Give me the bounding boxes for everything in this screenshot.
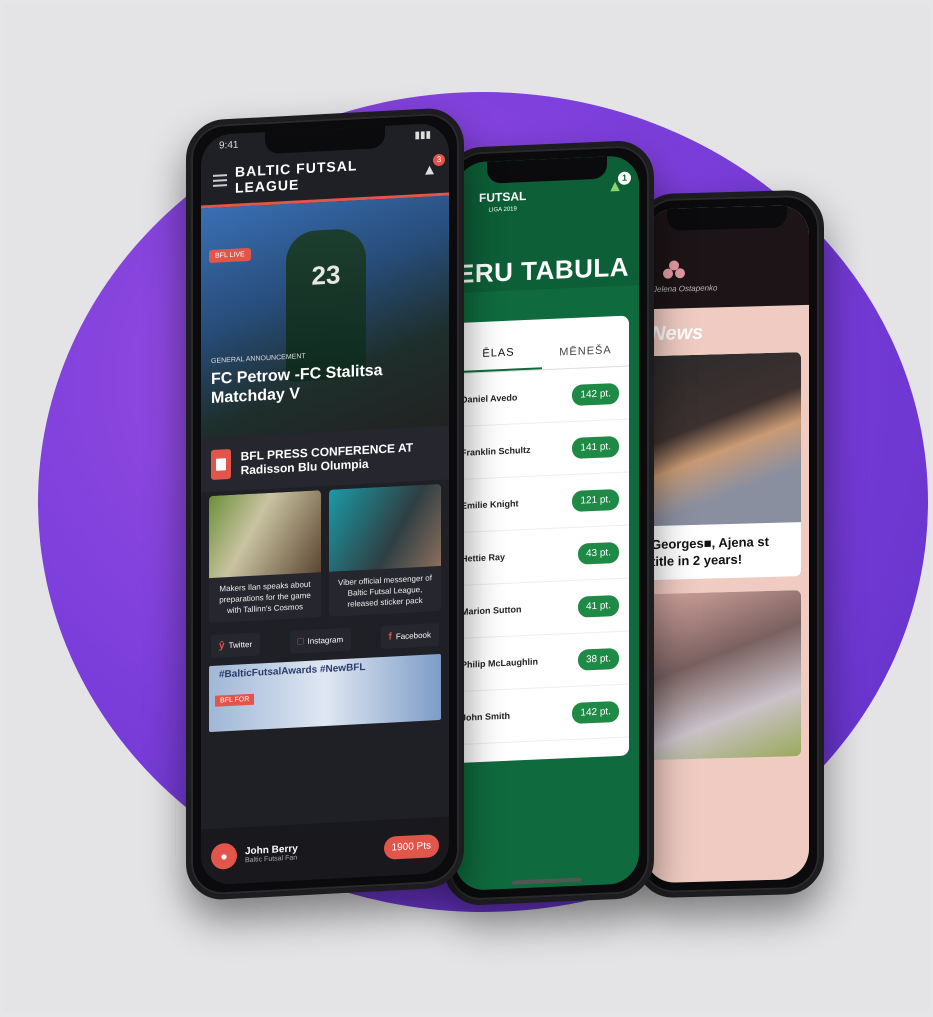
table-row[interactable]: John Smith 142 pt.: [455, 684, 629, 746]
futsal-logo: FUTSAL LIGA 2019: [479, 188, 527, 218]
page-title: ERU TABULA: [457, 251, 630, 290]
league-home-screen: 9:41 ▮▮▮ BALTIC FUTSAL LEAGUE ▲ 3 23 BFL …: [201, 122, 449, 886]
score-badge: 38 pt.: [577, 647, 619, 671]
user-footer: ● John Berry Baltic Futsal Fan 1900 Pts: [201, 816, 449, 886]
score-badge: 43 pt.: [577, 541, 619, 565]
tab-bar: ĒLAS MĒNEŠA: [455, 315, 629, 375]
phone-notch: [667, 205, 787, 231]
news-card-caption: Georges■, Ajena st title in 2 years!: [651, 533, 769, 570]
hamburger-menu-icon[interactable]: [213, 174, 227, 187]
score-badge: 142 pt.: [572, 382, 619, 406]
player-name: Daniel Avedo: [461, 392, 518, 405]
twitter-icon: ŷ: [219, 640, 225, 652]
clover-logo-icon: [663, 260, 685, 281]
player-name: Franklin Schultz: [461, 444, 531, 458]
twitter-link[interactable]: ŷ Twitter: [211, 632, 261, 658]
home-indicator: [512, 877, 582, 885]
news-card[interactable]: Georges■, Ajena st title in 2 years!: [645, 352, 801, 581]
news-title: News: [651, 321, 704, 346]
bell-icon[interactable]: ▲ 3: [422, 153, 445, 178]
status-time: 9:41: [219, 139, 239, 152]
logo-line2: LIGA 2019: [488, 206, 517, 214]
notification-badge: 1: [618, 171, 631, 185]
social-label: Twitter: [228, 639, 253, 651]
promo-banner[interactable]: #BalticFutsalAwards #NewBFL BFL FOR: [209, 653, 441, 733]
news-card-image: [209, 490, 321, 579]
score-badge: 121 pt.: [572, 488, 619, 512]
player-name: Marion Sutton: [461, 604, 522, 617]
player-name: Hettie Ray: [461, 551, 506, 564]
news-cards: Makers Ilan speaks about preparations fo…: [201, 480, 449, 628]
news-screen: Jelena Ostapenko News Georges■, Ajena st…: [645, 204, 809, 884]
table-row[interactable]: Daniel Avedo 142 pt.: [455, 366, 629, 428]
user-avatar-icon[interactable]: ●: [211, 842, 237, 870]
phone-league-home: 9:41 ▮▮▮ BALTIC FUTSAL LEAGUE ▲ 3 23 BFL …: [186, 106, 464, 902]
facebook-icon: f: [388, 631, 392, 643]
logo-line1: FUTSAL: [479, 188, 527, 206]
news-card-text: Viber official messenger of Baltic Futsa…: [338, 573, 432, 609]
table-row[interactable]: Hettie Ray 43 pt.: [455, 525, 629, 587]
news-card-text: Makers Ilan speaks about preparations fo…: [219, 579, 311, 616]
score-badge: 41 pt.: [577, 594, 619, 618]
signal-icon: ▮▮▮: [414, 129, 431, 142]
instagram-icon: □: [297, 636, 304, 648]
jersey-number: 23: [311, 259, 341, 291]
document-icon: [211, 448, 231, 480]
player-name: Emilie Knight: [461, 498, 519, 511]
notification-badge: 3: [433, 153, 445, 166]
facebook-link[interactable]: f Facebook: [380, 623, 439, 650]
table-row[interactable]: Philip McLaughlin 38 pt.: [455, 631, 629, 693]
score-badge: 141 pt.: [572, 435, 619, 459]
news-card-image: [645, 352, 801, 527]
instagram-link[interactable]: □ Instagram: [289, 627, 352, 654]
live-tag: BFL LIVE: [209, 247, 251, 264]
social-label: Facebook: [395, 630, 431, 642]
table-row[interactable]: Marion Sutton 41 pt.: [455, 578, 629, 640]
app-title: BALTIC FUTSAL LEAGUE: [235, 157, 358, 196]
leaderboard-table: ĒLAS MĒNEŠA Daniel Avedo 142 pt. Franklin…: [455, 315, 629, 764]
phone-leaderboard: FUTSAL LIGA 2019 ▲ 1 ERU TABULA ĒLAS MĒNE…: [444, 139, 654, 907]
news-card-image: [645, 590, 801, 761]
press-title: BFL PRESS CONFERENCE AT Radisson Blu Olu…: [240, 440, 414, 478]
table-row[interactable]: Franklin Schultz 141 pt.: [455, 419, 629, 481]
user-info: John Berry Baltic Futsal Fan: [245, 839, 376, 864]
hero-article[interactable]: 23 BFL LIVE GENERAL ANNOUNCEMENT FC Petr…: [201, 195, 449, 439]
showcase-frame: Jelena Ostapenko News Georges■, Ajena st…: [4, 4, 929, 1013]
tab-first[interactable]: ĒLAS: [455, 345, 542, 374]
article-headline: FC Petrow -FC Stalitsa Matchday V: [211, 361, 383, 407]
points-button[interactable]: 1900 Pts: [383, 833, 439, 860]
bell-icon[interactable]: ▲ 1: [607, 171, 631, 197]
player-name: Philip McLaughlin: [461, 656, 538, 670]
leaderboard-screen: FUTSAL LIGA 2019 ▲ 1 ERU TABULA ĒLAS MĒNE…: [455, 155, 639, 892]
signature: Jelena Ostapenko: [653, 283, 718, 295]
social-label: Instagram: [307, 635, 344, 646]
table-row[interactable]: Emilie Knight 121 pt.: [455, 472, 629, 534]
news-card-image: [329, 483, 441, 572]
banner-tag: BFL FOR: [215, 693, 255, 707]
phone-news: Jelena Ostapenko News Georges■, Ajena st…: [636, 189, 824, 899]
tab-second[interactable]: MĒNEŠA: [542, 344, 629, 370]
news-card[interactable]: Makers Ilan speaks about preparations fo…: [209, 490, 321, 624]
player-name: John Smith: [461, 710, 510, 723]
news-card[interactable]: Viber official messenger of Baltic Futsa…: [329, 483, 441, 617]
score-badge: 142 pt.: [572, 700, 619, 724]
news-card[interactable]: [645, 590, 801, 761]
